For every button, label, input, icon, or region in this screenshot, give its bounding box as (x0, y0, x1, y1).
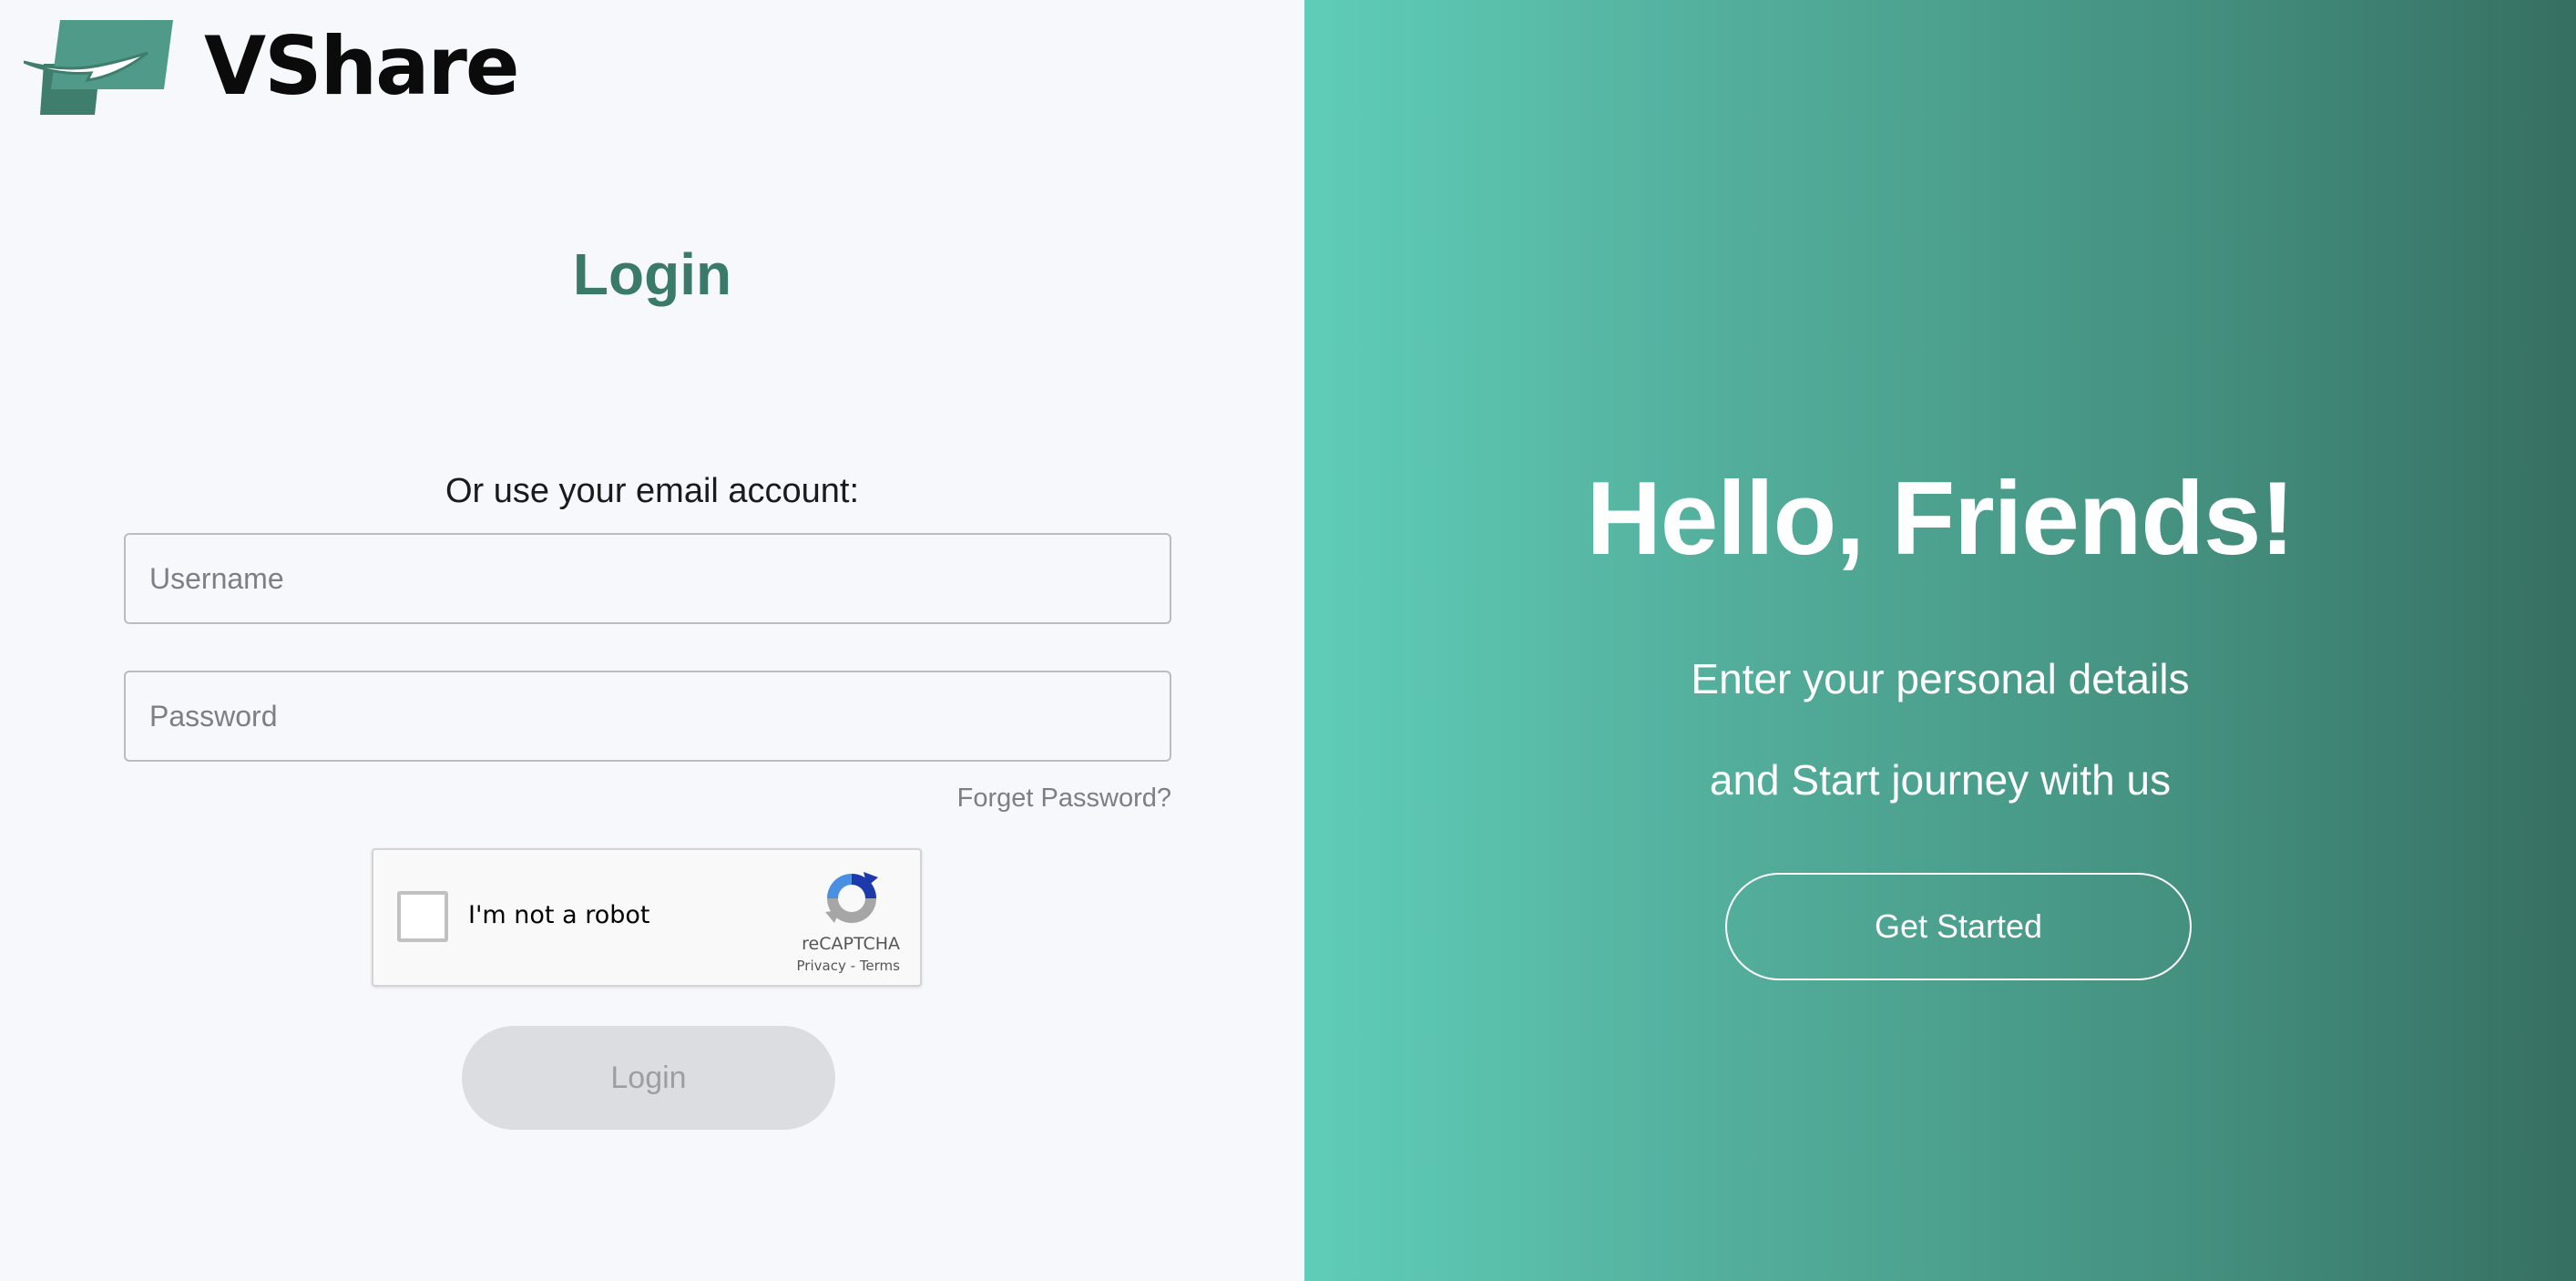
vshare-logo-icon (24, 20, 173, 115)
recaptcha-label: I'm not a robot (468, 901, 650, 929)
password-input[interactable] (124, 671, 1171, 762)
brand-logo[interactable]: VShare (24, 16, 520, 117)
get-started-button[interactable]: Get Started (1725, 873, 2192, 980)
welcome-line-2: and Start journey with us (1709, 756, 2172, 804)
login-button[interactable]: Login (462, 1026, 835, 1130)
recaptcha-privacy-link[interactable]: Privacy (797, 958, 846, 974)
login-title: Login (572, 241, 732, 307)
welcome-panel: Hello, Friends! Enter your personal deta… (1304, 0, 2576, 1281)
welcome-heading: Hello, Friends! (1586, 461, 2295, 577)
recaptcha-widget: I'm not a robot reCAPTCHA Privacy - Term… (372, 848, 922, 987)
email-account-hint: Or use your email account: (445, 472, 860, 510)
welcome-line-1: Enter your personal details (1691, 655, 2190, 702)
recaptcha-checkbox[interactable] (397, 891, 448, 942)
brand-name: VShare (204, 19, 520, 113)
recaptcha-terms-link[interactable]: Terms (860, 958, 900, 974)
login-panel: VShare Login Or use your email account: … (0, 0, 1304, 1281)
recaptcha-links: Privacy - Terms (797, 958, 900, 974)
login-page: VShare Login Or use your email account: … (0, 0, 2576, 1281)
recaptcha-separator: - (850, 958, 856, 974)
forget-password-link[interactable]: Forget Password? (957, 784, 1171, 814)
username-input[interactable] (124, 533, 1171, 624)
recaptcha-logo-icon (825, 872, 878, 923)
recaptcha-brand: reCAPTCHA (802, 934, 900, 954)
